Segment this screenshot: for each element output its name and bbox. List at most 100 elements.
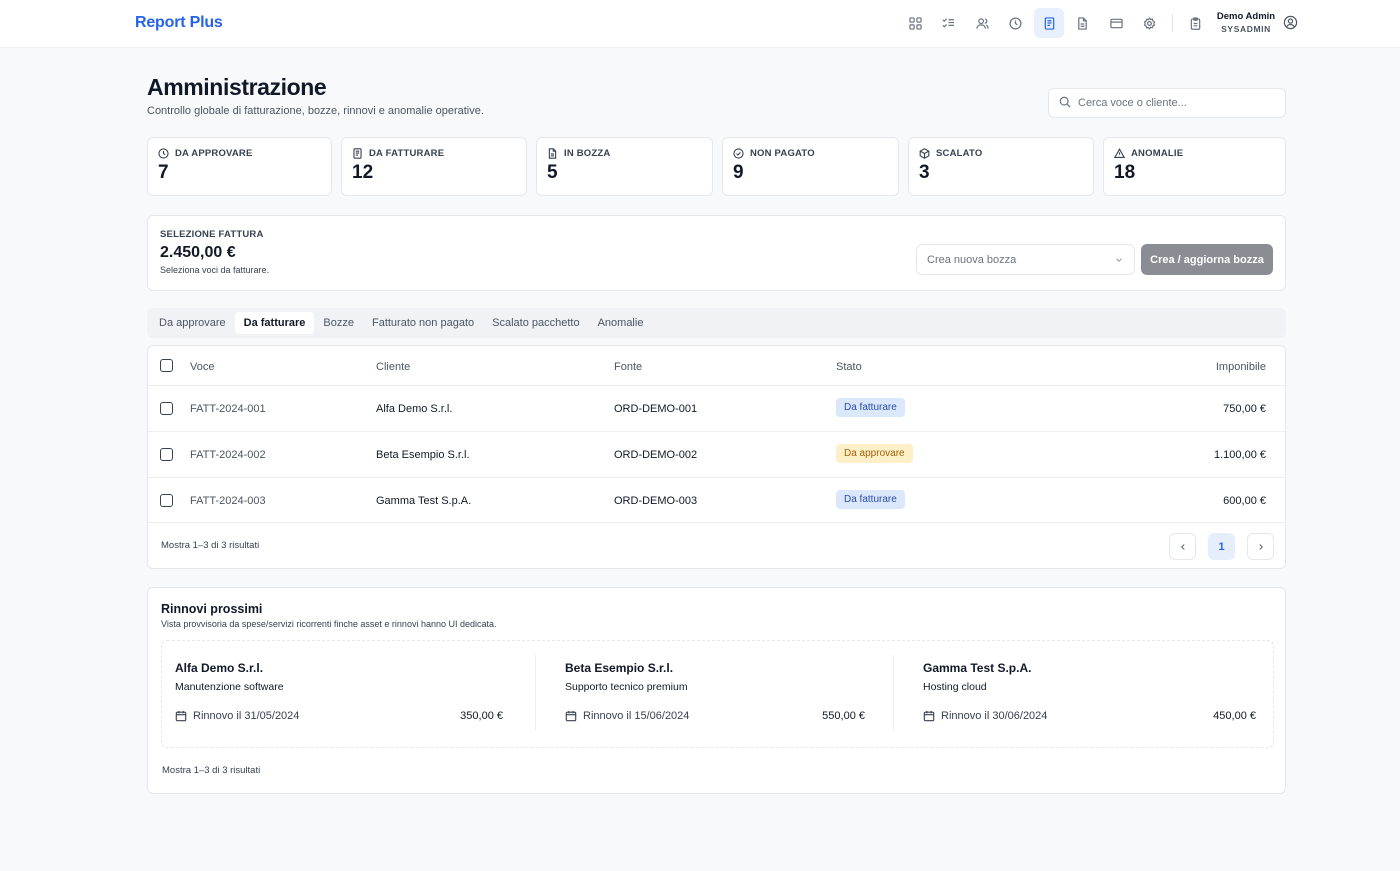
tab-fatturato-non-pagato[interactable]: Fatturato non pagato: [363, 312, 483, 334]
column-header-voce[interactable]: Voce: [190, 361, 214, 373]
gear-icon[interactable]: [1135, 8, 1165, 38]
status-badge: Da fatturare: [836, 490, 905, 509]
tab-da-approvare[interactable]: Da approvare: [150, 312, 235, 334]
clock-icon[interactable]: [1001, 8, 1031, 38]
document-icon[interactable]: [1068, 8, 1098, 38]
stat-label: IN BOZZA: [564, 148, 611, 159]
stat-card-anomalie[interactable]: ANOMALIE 18: [1103, 137, 1286, 196]
invoice-table: Voce Cliente Fonte Stato Imponibile FATT…: [147, 345, 1286, 569]
pagination-page-button[interactable]: 1: [1208, 533, 1235, 560]
pagination-prev-button[interactable]: [1169, 533, 1196, 560]
renewal-item[interactable]: Beta Esempio S.r.l. Supporto tecnico pre…: [565, 641, 865, 747]
stat-card-non-pagato[interactable]: NON PAGATO 9: [722, 137, 899, 196]
draft-select-value: Crea nuova bozza: [927, 253, 1017, 266]
user-info[interactable]: Demo Admin SYSADMIN: [1212, 11, 1280, 34]
stat-label: DA FATTURARE: [369, 148, 445, 159]
selection-hint: Seleziona voci da fatturare.: [160, 265, 270, 275]
renewal-service: Manutenzione software: [175, 681, 284, 693]
table-row[interactable]: FATT-2024-001 Alfa Demo S.r.l. ORD-DEMO-…: [148, 386, 1285, 432]
page-subtitle: Controllo globale di fatturazione, bozze…: [147, 105, 484, 117]
renewal-service: Hosting cloud: [923, 681, 987, 693]
stat-card-da-approvare[interactable]: DA APPROVARE 7: [147, 137, 332, 196]
stat-card-scalato[interactable]: SCALATO 3: [908, 137, 1094, 196]
receipt-icon: [353, 148, 362, 159]
cell-cliente: Alfa Demo S.r.l.: [376, 403, 453, 415]
warning-icon: [1114, 148, 1125, 158]
renewals-results-count: Mostra 1–3 di 3 risultati: [162, 765, 261, 776]
renewal-item[interactable]: Gamma Test S.p.A. Hosting cloud Rinnovo …: [923, 641, 1256, 747]
main-nav: [900, 8, 1214, 38]
renewal-client: Alfa Demo S.r.l.: [175, 661, 264, 675]
users-icon[interactable]: [967, 8, 997, 38]
cell-voce: FATT-2024-001: [190, 403, 266, 415]
cell-fonte: ORD-DEMO-003: [614, 495, 698, 507]
clock-icon: [158, 148, 169, 159]
column-header-cliente[interactable]: Cliente: [376, 361, 410, 373]
select-all-checkbox[interactable]: [160, 359, 173, 372]
stat-value: 9: [733, 162, 744, 183]
pagination-next-button[interactable]: [1247, 533, 1274, 560]
table-row[interactable]: FATT-2024-003 Gamma Test S.p.A. ORD-DEMO…: [148, 478, 1285, 523]
stat-value: 5: [547, 162, 558, 183]
draft-select[interactable]: Crea nuova bozza: [916, 244, 1135, 275]
column-header-fonte[interactable]: Fonte: [614, 361, 642, 373]
column-header-stato[interactable]: Stato: [836, 361, 862, 373]
cell-imponibile: 600,00 €: [1223, 495, 1266, 507]
renewals-subtitle: Vista provvisoria da spese/servizi ricor…: [161, 619, 497, 629]
stat-label: ANOMALIE: [1131, 148, 1184, 159]
user-role: SYSADMIN: [1221, 24, 1271, 34]
search-box[interactable]: [1048, 88, 1286, 118]
app-brand[interactable]: Report Plus: [135, 14, 223, 32]
cell-cliente: Gamma Test S.p.A.: [376, 495, 472, 507]
renewal-divider: [535, 655, 536, 731]
row-checkbox[interactable]: [160, 494, 173, 507]
tab-bozze[interactable]: Bozze: [314, 312, 363, 334]
column-header-imponibile[interactable]: Imponibile: [1216, 361, 1266, 373]
stat-card-da-fatturare[interactable]: DA FATTURARE 12: [341, 137, 527, 196]
row-checkbox[interactable]: [160, 402, 173, 415]
user-avatar-icon[interactable]: [1283, 15, 1298, 33]
stat-label: DA APPROVARE: [175, 148, 253, 159]
user-name: Demo Admin: [1216, 11, 1276, 22]
chevron-down-icon: [1116, 257, 1122, 262]
cell-voce: FATT-2024-003: [190, 495, 266, 507]
renewal-client: Gamma Test S.p.A.: [923, 661, 1032, 675]
package-icon: [919, 148, 930, 159]
stat-card-in-bozza[interactable]: IN BOZZA 5: [536, 137, 713, 196]
renewal-client: Beta Esempio S.r.l.: [565, 661, 674, 675]
renewal-date: Rinnovo il 30/06/2024: [941, 710, 1048, 722]
chevron-left-icon: [1180, 543, 1185, 550]
cell-imponibile: 750,00 €: [1223, 403, 1266, 415]
cell-voce: FATT-2024-002: [190, 449, 266, 461]
renewals-panel: Rinnovi prossimi Vista provvisoria da sp…: [147, 587, 1286, 794]
table-row[interactable]: FATT-2024-002 Beta Esempio S.r.l. ORD-DE…: [148, 432, 1285, 478]
renewals-title: Rinnovi prossimi: [161, 602, 263, 616]
stat-value: 12: [352, 162, 374, 183]
tab-da-fatturare[interactable]: Da fatturare: [234, 312, 315, 334]
nav-divider: [1172, 14, 1173, 32]
tab-anomalie[interactable]: Anomalie: [589, 312, 653, 334]
table-header: Voce Cliente Fonte Stato Imponibile: [148, 346, 1285, 386]
create-update-draft-button[interactable]: Crea / aggiorna bozza: [1141, 244, 1273, 275]
selection-label: SELEZIONE FATTURA: [160, 229, 264, 240]
invoice-selection-panel: SELEZIONE FATTURA 2.450,00 € Seleziona v…: [147, 215, 1286, 291]
status-badge: Da fatturare: [836, 398, 905, 417]
row-checkbox[interactable]: [160, 448, 173, 461]
tab-scalato-pacchetto[interactable]: Scalato pacchetto: [483, 312, 588, 334]
renewal-date: Rinnovo il 15/06/2024: [583, 710, 690, 722]
renewal-amount: 450,00 €: [1213, 710, 1256, 722]
renewal-amount: 550,00 €: [822, 710, 865, 722]
stat-value: 7: [158, 162, 169, 183]
cell-imponibile: 1.100,00 €: [1214, 449, 1266, 461]
card-icon[interactable]: [1101, 8, 1131, 38]
list-check-icon[interactable]: [934, 8, 964, 38]
invoice-icon[interactable]: [1034, 8, 1064, 38]
renewal-amount: 350,00 €: [460, 710, 503, 722]
renewal-item[interactable]: Alfa Demo S.r.l. Manutenzione software R…: [175, 641, 515, 747]
stat-value: 3: [919, 162, 930, 183]
search-icon: [1059, 96, 1071, 111]
clipboard-icon[interactable]: [1180, 8, 1210, 38]
grid-icon[interactable]: [900, 8, 930, 38]
search-input[interactable]: [1078, 97, 1268, 109]
page-title: Amministrazione: [147, 74, 327, 100]
